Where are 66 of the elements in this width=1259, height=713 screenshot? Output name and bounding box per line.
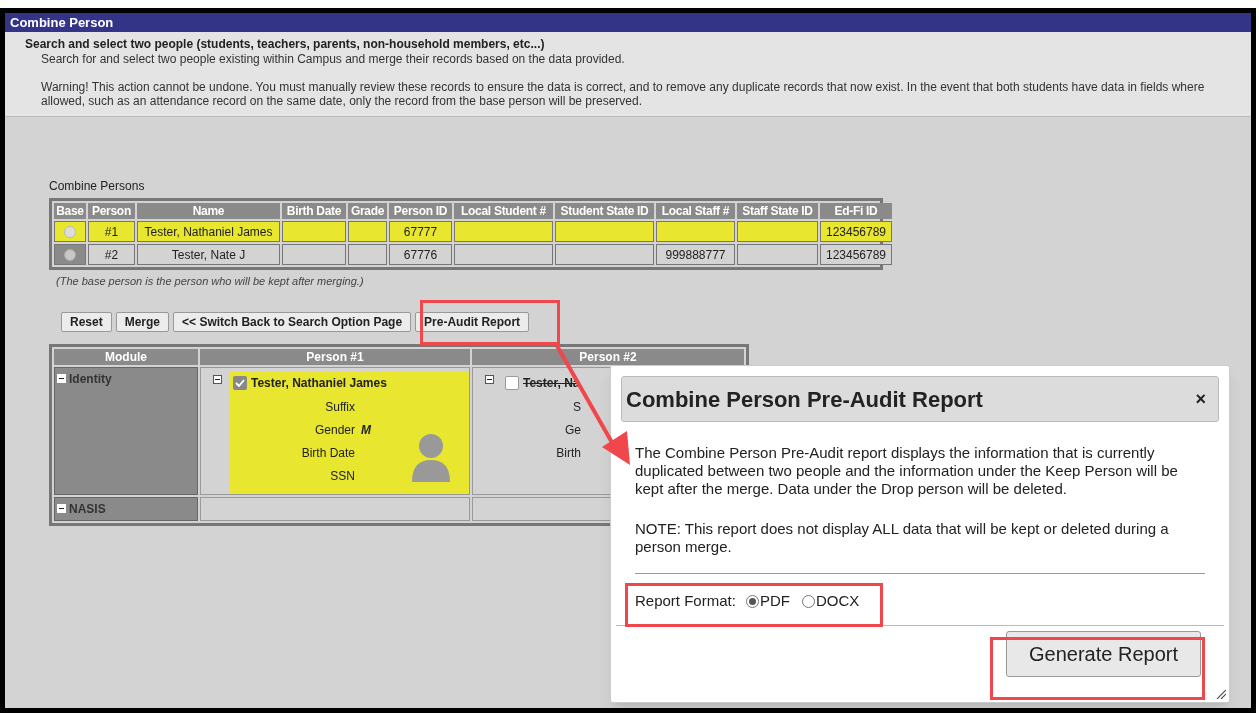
- column-header: Local Staff #: [656, 203, 735, 219]
- action-button[interactable]: Merge: [115, 311, 170, 332]
- collapse-icon[interactable]: [213, 374, 222, 384]
- person-name: Tester, Nathaniel James: [251, 374, 387, 392]
- action-button[interactable]: Reset: [61, 311, 112, 332]
- dialog-note: NOTE: This report does not display ALL data that will be kept or deleted during a person merge.: [635, 520, 1170, 556]
- table-cell: 123456789: [820, 244, 892, 265]
- action-button[interactable]: << Switch Back to Search Option Page: [173, 311, 412, 332]
- table-cell: Tester, Nathaniel James: [137, 221, 280, 242]
- note-text: (The base person is the person who will be kept after merging.): [56, 274, 365, 289]
- field-label: Gender: [314, 422, 355, 439]
- avatar-icon: [411, 431, 451, 482]
- format-label: Report Format:: [635, 590, 736, 611]
- table-cell: [282, 244, 346, 265]
- radio-button[interactable]: [745, 594, 759, 608]
- dialog-description: The Combine Person Pre-Audit report displays the information that is currently duplicated between two people and the information under the Keep Person will be kept after the merge. Data under the Drop person will be deleted.: [635, 444, 1179, 498]
- generate-report-button[interactable]: Generate Report: [1006, 631, 1201, 677]
- window-title: Combine Person: [10, 13, 114, 32]
- column-header: Grade: [348, 203, 387, 219]
- column-header: Local Student #: [454, 203, 553, 219]
- table-cell: 123456789: [820, 221, 892, 242]
- table-cell: Tester, Nate J: [137, 244, 280, 265]
- resize-grip-icon[interactable]: [1216, 689, 1226, 699]
- column-header: Person #1: [200, 348, 470, 365]
- module-label: Identity: [69, 370, 112, 388]
- radio-option[interactable]: PDF: [745, 589, 790, 613]
- checkbox[interactable]: [233, 375, 247, 390]
- column-header: Person: [88, 203, 135, 219]
- warning-text: Warning! This action cannot be undone. You must manually review these records to ensure the data is correct, and to remove any duplicate records that now exist. In the event that both students have data in fields where allowed, such as an attendance record on the same date, only the record from the base person will be preserved.: [40, 80, 1206, 108]
- field-label: Suffix: [325, 399, 355, 416]
- table-cell: [348, 244, 387, 265]
- column-header: Staff State ID: [737, 203, 818, 219]
- table-cell: [282, 221, 346, 242]
- description-text: Search for and select two people existing within Campus and merge their records based on the data provided.: [40, 52, 626, 66]
- field-label: SSN: [330, 468, 355, 485]
- field-value: M: [361, 422, 372, 439]
- column-header: Ed-Fi ID: [820, 203, 892, 219]
- table-title: Combine Persons: [49, 178, 146, 195]
- radio-button[interactable]: [64, 248, 76, 261]
- column-header: Name: [137, 203, 280, 219]
- column-header: Module: [54, 348, 198, 365]
- table-cell: #1: [88, 221, 135, 242]
- close-button[interactable]: ×: [1195, 390, 1206, 408]
- module-label: NASIS: [69, 500, 106, 518]
- column-header: Person ID: [389, 203, 452, 219]
- radio-button[interactable]: [801, 594, 815, 608]
- collapse-icon[interactable]: [485, 374, 494, 384]
- checkbox[interactable]: [505, 375, 519, 390]
- column-header: Birth Date: [282, 203, 346, 219]
- table-cell: #2: [88, 244, 135, 265]
- column-header: Person #2: [472, 348, 744, 365]
- column-header: Student State ID: [555, 203, 654, 219]
- dialog-title: Combine Person Pre-Audit Report: [626, 385, 983, 414]
- field-label: Birth: [556, 445, 581, 462]
- radio-button[interactable]: [64, 225, 76, 238]
- field-label: Ge: [565, 422, 581, 439]
- table-cell: 999888777: [656, 244, 735, 265]
- table-cell: [348, 221, 387, 242]
- action-button[interactable]: Pre-Audit Report: [415, 311, 530, 332]
- column-header: Base: [54, 203, 86, 219]
- radio-option[interactable]: DOCX: [801, 589, 860, 613]
- table-cell: 67776: [389, 244, 452, 265]
- section-heading: Search and select two people (students, teachers, parents, non-household members, etc...): [25, 37, 546, 52]
- table-cell: 67777: [389, 221, 452, 242]
- field-label: Birth Date: [301, 445, 355, 462]
- field-label: S: [573, 399, 581, 416]
